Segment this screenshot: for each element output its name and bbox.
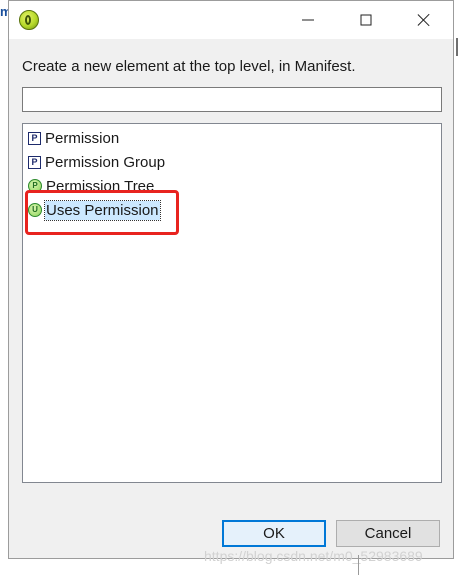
maximize-button[interactable]: [339, 1, 393, 39]
ok-button[interactable]: OK: [222, 520, 326, 547]
close-button[interactable]: [397, 1, 451, 39]
watermark-text: https://blog.csdn.net/m0_52983689: [204, 548, 423, 564]
cancel-button[interactable]: Cancel: [336, 520, 440, 547]
title-bar: [9, 1, 453, 39]
list-item-permission-group[interactable]: P Permission Group: [28, 151, 166, 173]
filter-input[interactable]: [22, 87, 442, 112]
element-list[interactable]: P Permission P Permission Group P Permis…: [22, 123, 442, 483]
minimize-button[interactable]: [281, 1, 335, 39]
list-item-label: Permission: [45, 129, 120, 147]
list-item-label: Permission Group: [45, 153, 166, 171]
permission-group-icon: P: [28, 155, 41, 169]
minimize-icon: [302, 19, 314, 21]
permission-icon: P: [28, 131, 41, 145]
list-item-permission[interactable]: P Permission: [28, 127, 120, 149]
background-window-edge: m: [0, 0, 12, 575]
annotation-highlight-box: [25, 190, 179, 235]
new-element-dialog: Create a new element at the top level, i…: [8, 0, 454, 559]
dialog-prompt: Create a new element at the top level, i…: [22, 58, 356, 75]
maximize-icon: [360, 14, 372, 26]
close-icon: [417, 13, 431, 27]
eclipse-android-icon: [19, 10, 39, 30]
background-divider: [358, 555, 359, 575]
